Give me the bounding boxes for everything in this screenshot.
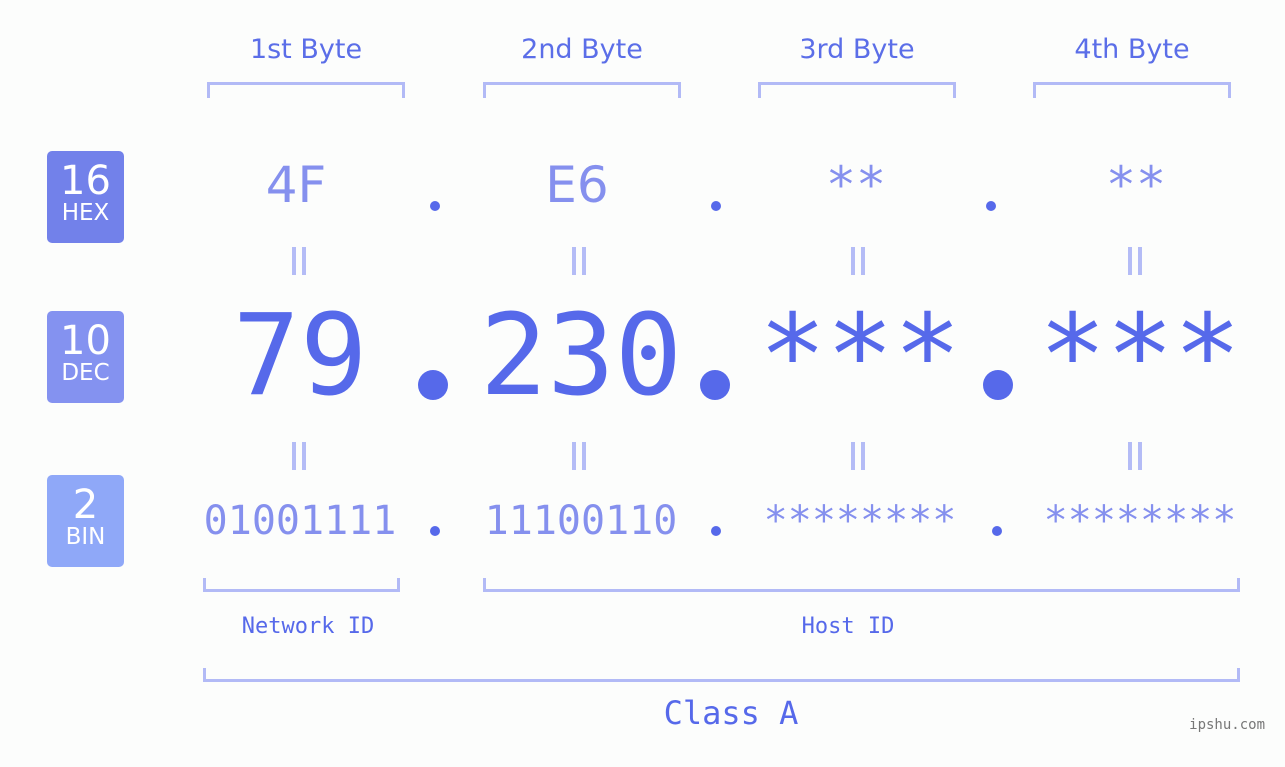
equals-bar xyxy=(292,247,296,275)
bin-byte-1: 01001111 xyxy=(203,498,397,544)
equals-bar xyxy=(302,442,306,470)
equals-bar xyxy=(572,247,576,275)
hex-byte-4: ** xyxy=(1105,156,1167,214)
equals-bar xyxy=(861,442,865,470)
bin-separator-dot xyxy=(711,526,721,536)
equals-bar xyxy=(302,247,306,275)
dec-separator-dot xyxy=(983,370,1013,400)
hex-byte-3: ** xyxy=(825,156,887,214)
host-id-label: Host ID xyxy=(801,614,895,639)
dec-byte-3: *** xyxy=(758,291,962,421)
bin-separator-dot xyxy=(992,526,1002,536)
dec-separator-dot xyxy=(418,370,448,400)
equals-bar xyxy=(292,442,296,470)
dec-byte-4: *** xyxy=(1038,291,1242,421)
watermark: ipshu.com xyxy=(1189,717,1265,733)
bin-byte-4: ******** xyxy=(1043,498,1237,544)
dec-byte-1: 79 xyxy=(232,291,368,421)
dec-badge-label: DEC xyxy=(61,360,110,386)
byte-header-2: 2nd Byte xyxy=(521,34,643,65)
host-id-bracket xyxy=(483,578,1240,592)
bin-byte-3: ******** xyxy=(763,498,957,544)
byte-bracket-3 xyxy=(758,82,956,98)
class-bracket xyxy=(203,668,1240,682)
dec-badge: 10 DEC xyxy=(47,311,124,403)
hex-badge: 16 HEX xyxy=(47,151,124,243)
equals-bar xyxy=(1138,442,1142,470)
equals-bar xyxy=(582,247,586,275)
dec-badge-number: 10 xyxy=(60,318,111,364)
equals-bar xyxy=(1138,247,1142,275)
hex-separator-dot xyxy=(430,201,440,211)
hex-separator-dot xyxy=(711,201,721,211)
equals-bar xyxy=(582,442,586,470)
network-id-bracket xyxy=(203,578,400,592)
dec-separator-dot xyxy=(700,370,730,400)
bin-badge-number: 2 xyxy=(72,482,99,528)
equals-bar xyxy=(572,442,576,470)
equals-bar xyxy=(851,442,855,470)
equals-bar xyxy=(861,247,865,275)
equals-bar xyxy=(851,247,855,275)
hex-separator-dot xyxy=(986,201,996,211)
byte-header-1: 1st Byte xyxy=(249,34,363,65)
equals-bar xyxy=(1128,442,1132,470)
byte-bracket-1 xyxy=(207,82,405,98)
bin-badge: 2 BIN xyxy=(47,475,124,567)
network-id-label: Network ID xyxy=(241,614,375,639)
hex-byte-1: 4F xyxy=(265,156,327,214)
byte-bracket-4 xyxy=(1033,82,1231,98)
bin-byte-2: 11100110 xyxy=(484,498,678,544)
bin-separator-dot xyxy=(430,526,440,536)
dec-byte-2: 230 xyxy=(479,291,683,421)
byte-header-4: 4th Byte xyxy=(1074,34,1190,65)
byte-bracket-2 xyxy=(483,82,681,98)
equals-bar xyxy=(1128,247,1132,275)
hex-badge-number: 16 xyxy=(60,158,111,204)
hex-badge-label: HEX xyxy=(61,200,110,226)
bin-badge-label: BIN xyxy=(65,524,106,550)
hex-byte-2: E6 xyxy=(545,156,609,214)
class-label: Class A xyxy=(663,694,799,732)
byte-header-3: 3rd Byte xyxy=(799,34,915,65)
